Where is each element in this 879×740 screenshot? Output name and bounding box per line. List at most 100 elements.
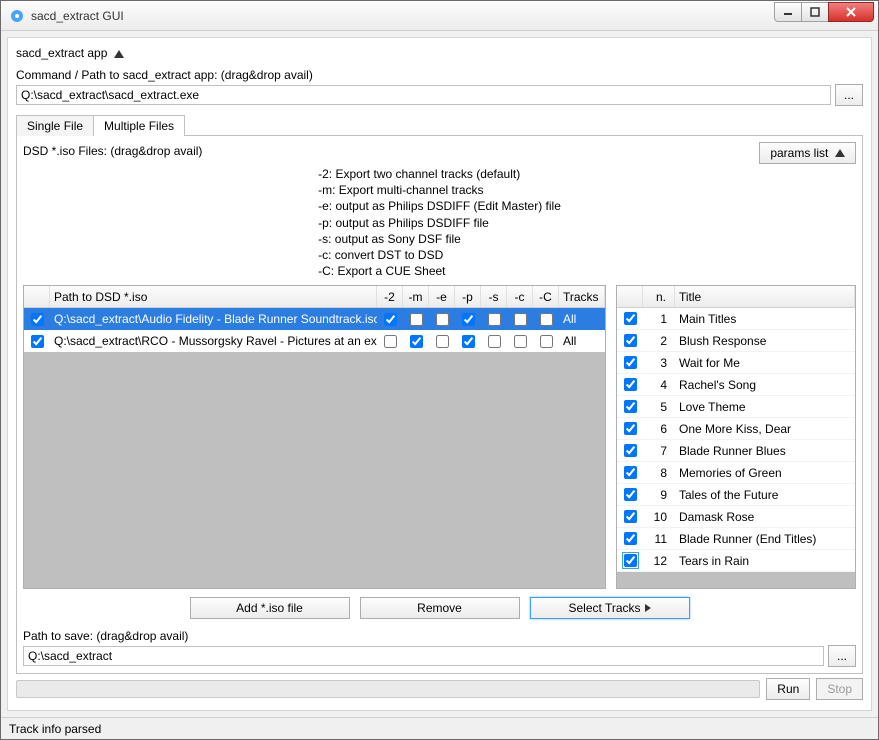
add-iso-button[interactable]: Add *.iso file [190,597,350,619]
flag-checkbox[interactable] [410,313,423,326]
track-checkbox[interactable] [624,488,637,501]
app-label: sacd_extract app [16,46,107,60]
track-checkbox[interactable] [624,400,637,413]
params-list-button[interactable]: params list [759,142,856,164]
list-item[interactable]: 8Memories of Green [617,462,855,484]
iso-table-header: Path to DSD *.iso -2 -m -e -p -s -c -C T… [24,286,605,308]
list-item[interactable]: 12Tears in Rain [617,550,855,572]
col-p[interactable]: -p [455,286,481,307]
close-button[interactable] [828,2,874,22]
list-item[interactable]: 10Damask Rose [617,506,855,528]
command-browse-button[interactable]: ... [835,84,863,106]
iso-path-cell: Q:\sacd_extract\RCO - Mussorgsky Ravel -… [50,330,377,352]
tab-strip: Single File Multiple Files [16,114,863,135]
flag-checkbox[interactable] [384,335,397,348]
track-checkbox[interactable] [624,554,637,567]
flag-checkbox[interactable] [436,335,449,348]
minimize-button[interactable] [774,2,802,22]
track-table-header: n. Title [617,286,855,308]
col-2[interactable]: -2 [377,286,403,307]
track-number: 4 [643,374,675,395]
track-number: 11 [643,528,675,549]
list-item[interactable]: 6One More Kiss, Dear [617,418,855,440]
track-number: 7 [643,440,675,461]
track-checkbox[interactable] [624,422,637,435]
list-item[interactable]: 2Blush Response [617,330,855,352]
col-path[interactable]: Path to DSD *.iso [50,286,377,307]
table-row[interactable]: Q:\sacd_extract\Audio Fidelity - Blade R… [24,308,605,330]
track-title: Blade Runner Blues [675,440,855,461]
track-title: Memories of Green [675,462,855,483]
save-path-label: Path to save: (drag&drop avail) [23,627,856,645]
col-c[interactable]: -c [507,286,533,307]
row-checkbox[interactable] [31,335,44,348]
app-section-header: sacd_extract app [16,44,863,66]
col-m[interactable]: -m [403,286,429,307]
run-button[interactable]: Run [766,678,810,700]
flag-checkbox[interactable] [462,313,475,326]
params-list-label: params list [770,146,828,160]
tracks-cell: All [559,330,605,352]
track-number: 1 [643,308,675,329]
col-s[interactable]: -s [481,286,507,307]
window-title: sacd_extract GUI [31,9,775,23]
list-item[interactable]: 1Main Titles [617,308,855,330]
tracks-cell: All [559,308,605,330]
tab-multiple-files[interactable]: Multiple Files [93,115,185,136]
track-checkbox[interactable] [624,356,637,369]
col-e[interactable]: -e [429,286,455,307]
track-checkbox[interactable] [624,466,637,479]
track-checkbox[interactable] [624,312,637,325]
flag-checkbox[interactable] [488,335,501,348]
list-item[interactable]: 7Blade Runner Blues [617,440,855,462]
track-checkbox[interactable] [624,444,637,457]
flag-checkbox[interactable] [384,313,397,326]
track-title: Rachel's Song [675,374,855,395]
flag-checkbox[interactable] [514,335,527,348]
command-path-input[interactable] [16,85,831,105]
list-item[interactable]: 9Tales of the Future [617,484,855,506]
flag-checkbox[interactable] [488,313,501,326]
titlebar: sacd_extract GUI [1,1,878,31]
flag-checkbox[interactable] [410,335,423,348]
track-table: n. Title 1Main Titles2Blush Response3Wai… [616,285,856,589]
flag-checkbox[interactable] [514,313,527,326]
track-checkbox[interactable] [624,378,637,391]
remove-button[interactable]: Remove [360,597,520,619]
list-item[interactable]: 3Wait for Me [617,352,855,374]
save-path-input[interactable] [23,646,824,666]
run-row: Run Stop [16,674,863,704]
track-number: 10 [643,506,675,527]
track-number: 5 [643,396,675,417]
track-checkbox[interactable] [624,334,637,347]
flag-checkbox[interactable] [540,313,553,326]
track-title: Main Titles [675,308,855,329]
tab-single-file[interactable]: Single File [16,115,94,136]
status-text: Track info parsed [9,722,101,736]
flag-checkbox[interactable] [436,313,449,326]
maximize-button[interactable] [801,2,829,22]
flag-checkbox[interactable] [462,335,475,348]
list-item[interactable]: 5Love Theme [617,396,855,418]
flag-checkbox[interactable] [540,335,553,348]
app-icon [9,8,25,24]
col-n[interactable]: n. [643,286,675,307]
command-label: Command / Path to sacd_extract app: (dra… [16,66,863,84]
dsd-label: DSD *.iso Files: (drag&drop avail) [23,142,202,160]
track-checkbox[interactable] [624,532,637,545]
collapse-icon[interactable] [114,50,124,58]
track-checkbox[interactable] [624,510,637,523]
col-title[interactable]: Title [675,286,855,307]
col-cap-c[interactable]: -C [533,286,559,307]
row-checkbox[interactable] [31,313,44,326]
save-browse-button[interactable]: ... [828,645,856,667]
select-tracks-button[interactable]: Select Tracks [530,597,690,619]
table-row[interactable]: Q:\sacd_extract\RCO - Mussorgsky Ravel -… [24,330,605,352]
col-tracks[interactable]: Tracks [559,286,605,307]
track-number: 3 [643,352,675,373]
action-buttons: Add *.iso file Remove Select Tracks [23,589,856,627]
list-item[interactable]: 11Blade Runner (End Titles) [617,528,855,550]
iso-table: Path to DSD *.iso -2 -m -e -p -s -c -C T… [23,285,606,589]
track-title: Tales of the Future [675,484,855,505]
list-item[interactable]: 4Rachel's Song [617,374,855,396]
